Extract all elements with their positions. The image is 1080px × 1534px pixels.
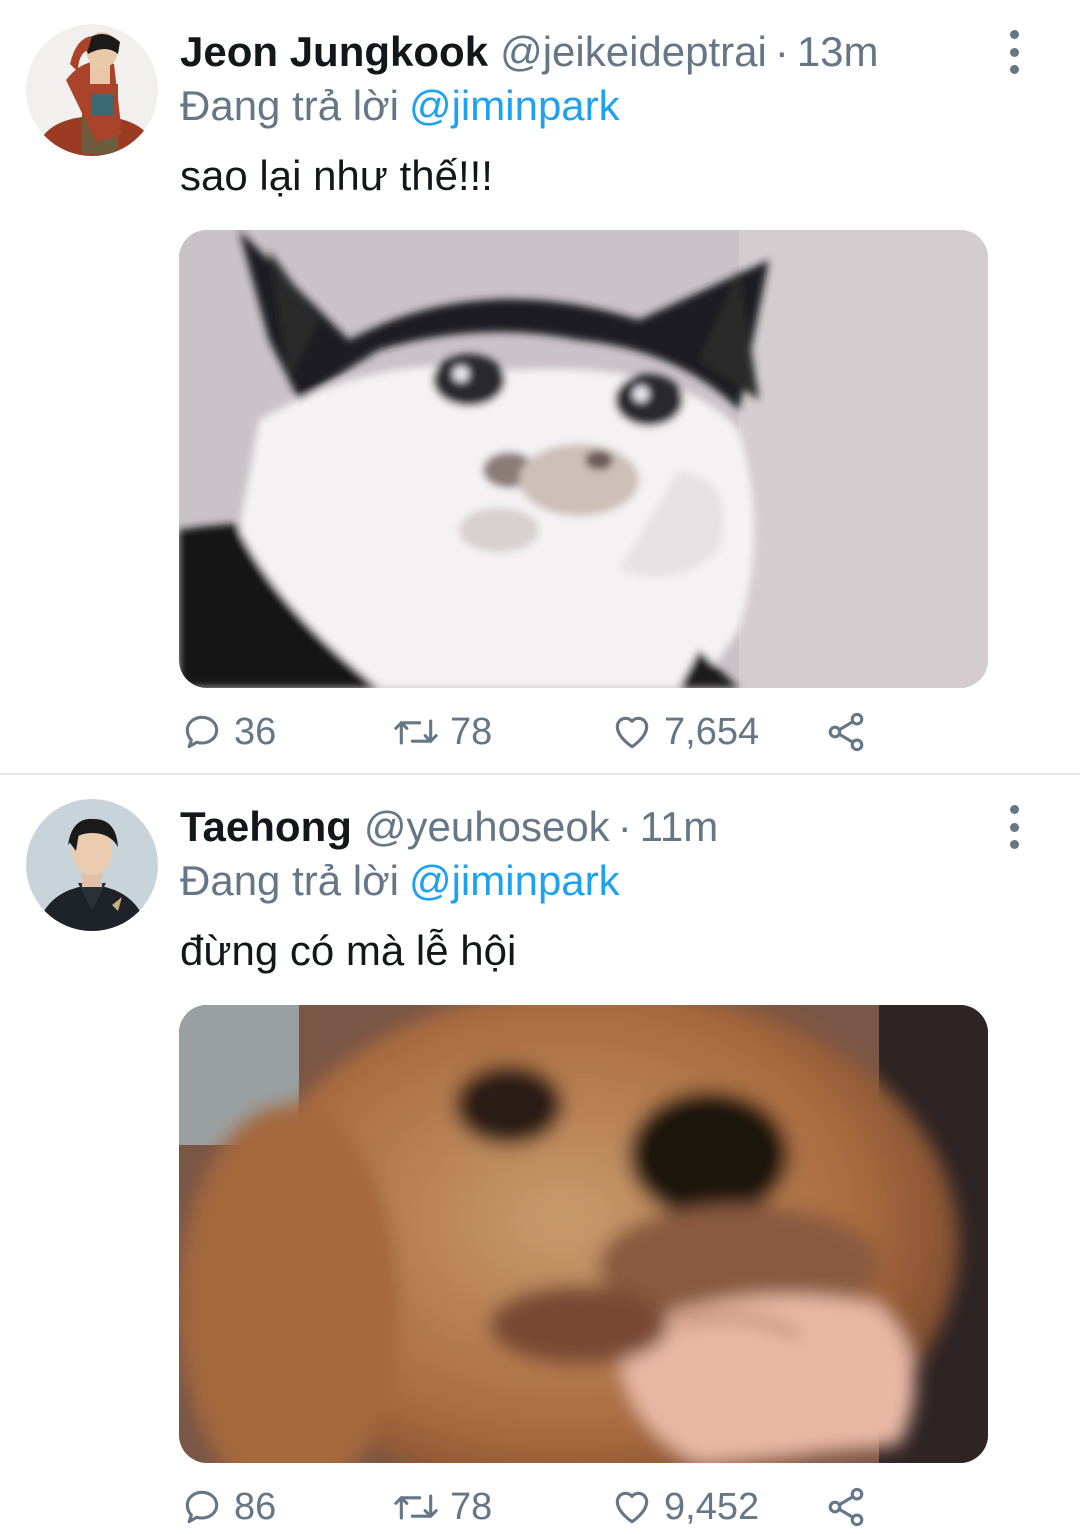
share-button[interactable] [824,706,878,758]
display-name[interactable]: Jeon Jungkook [180,24,488,80]
retweet-icon [394,719,438,745]
user-handle[interactable]: @jeikeideptrai [500,24,767,80]
like-count: 7,654 [664,710,760,753]
like-count: 9,452 [664,1485,760,1528]
retweet-count: 78 [450,710,493,753]
timestamp[interactable]: 13m [797,24,879,80]
reply-count: 36 [234,710,277,753]
replying-to-label: Đang trả lời [180,82,399,129]
tweet[interactable]: Taehong @yeuhoseok · 11m Đang trả lời @ji… [0,775,1080,1534]
display-name[interactable]: Taehong [180,799,352,855]
share-icon [828,712,864,752]
mention-link[interactable]: @jiminpark [409,857,620,904]
heart-icon [615,716,649,749]
separator-dot: · [617,803,632,850]
timestamp[interactable]: 11m [640,799,719,855]
replying-to-line: Đang trả lời @jiminpark [180,78,620,134]
replying-to-line: Đang trả lời @jiminpark [180,853,620,909]
avatar[interactable] [26,24,158,156]
reply-count: 86 [234,1485,277,1528]
retweet-button[interactable]: 78 [392,706,492,758]
user-handle[interactable]: @yeuhoseok [364,799,610,855]
tweet-header: Taehong @yeuhoseok · 11m [180,799,718,855]
comment-bubble-icon [185,1490,219,1524]
like-button[interactable]: 9,452 [610,1481,759,1533]
tweet[interactable]: Jeon Jungkook @jeikeideptrai · 13m Đang … [0,0,1080,775]
like-button[interactable]: 7,654 [610,706,759,758]
retweet-count: 78 [450,1485,493,1528]
share-button[interactable] [824,1481,878,1533]
tweet-actions: 86 78 9,452 [180,1481,880,1533]
more-vertical-icon[interactable] [1002,30,1026,74]
share-icon [828,1487,864,1527]
tweet-text: sao lại như thế!!! [180,152,493,199]
heart-icon [615,1491,649,1524]
retweet-button[interactable]: 78 [392,1481,492,1533]
retweet-icon [394,1494,438,1520]
reply-button[interactable]: 86 [180,1481,276,1533]
tweet-media-image[interactable] [179,230,988,688]
tweet-text: đừng có mà lễ hội [180,927,517,974]
avatar[interactable] [26,799,158,931]
tweet-actions: 36 78 7,654 [180,706,880,758]
tweet-header: Jeon Jungkook @jeikeideptrai · 13m [180,24,879,80]
comment-bubble-icon [185,715,219,749]
replying-to-label: Đang trả lời [180,857,399,904]
more-vertical-icon[interactable] [1002,805,1026,849]
mention-link[interactable]: @jiminpark [409,82,620,129]
separator-dot: · [774,28,789,75]
reply-button[interactable]: 36 [180,706,276,758]
tweet-media-image[interactable] [179,1005,988,1463]
